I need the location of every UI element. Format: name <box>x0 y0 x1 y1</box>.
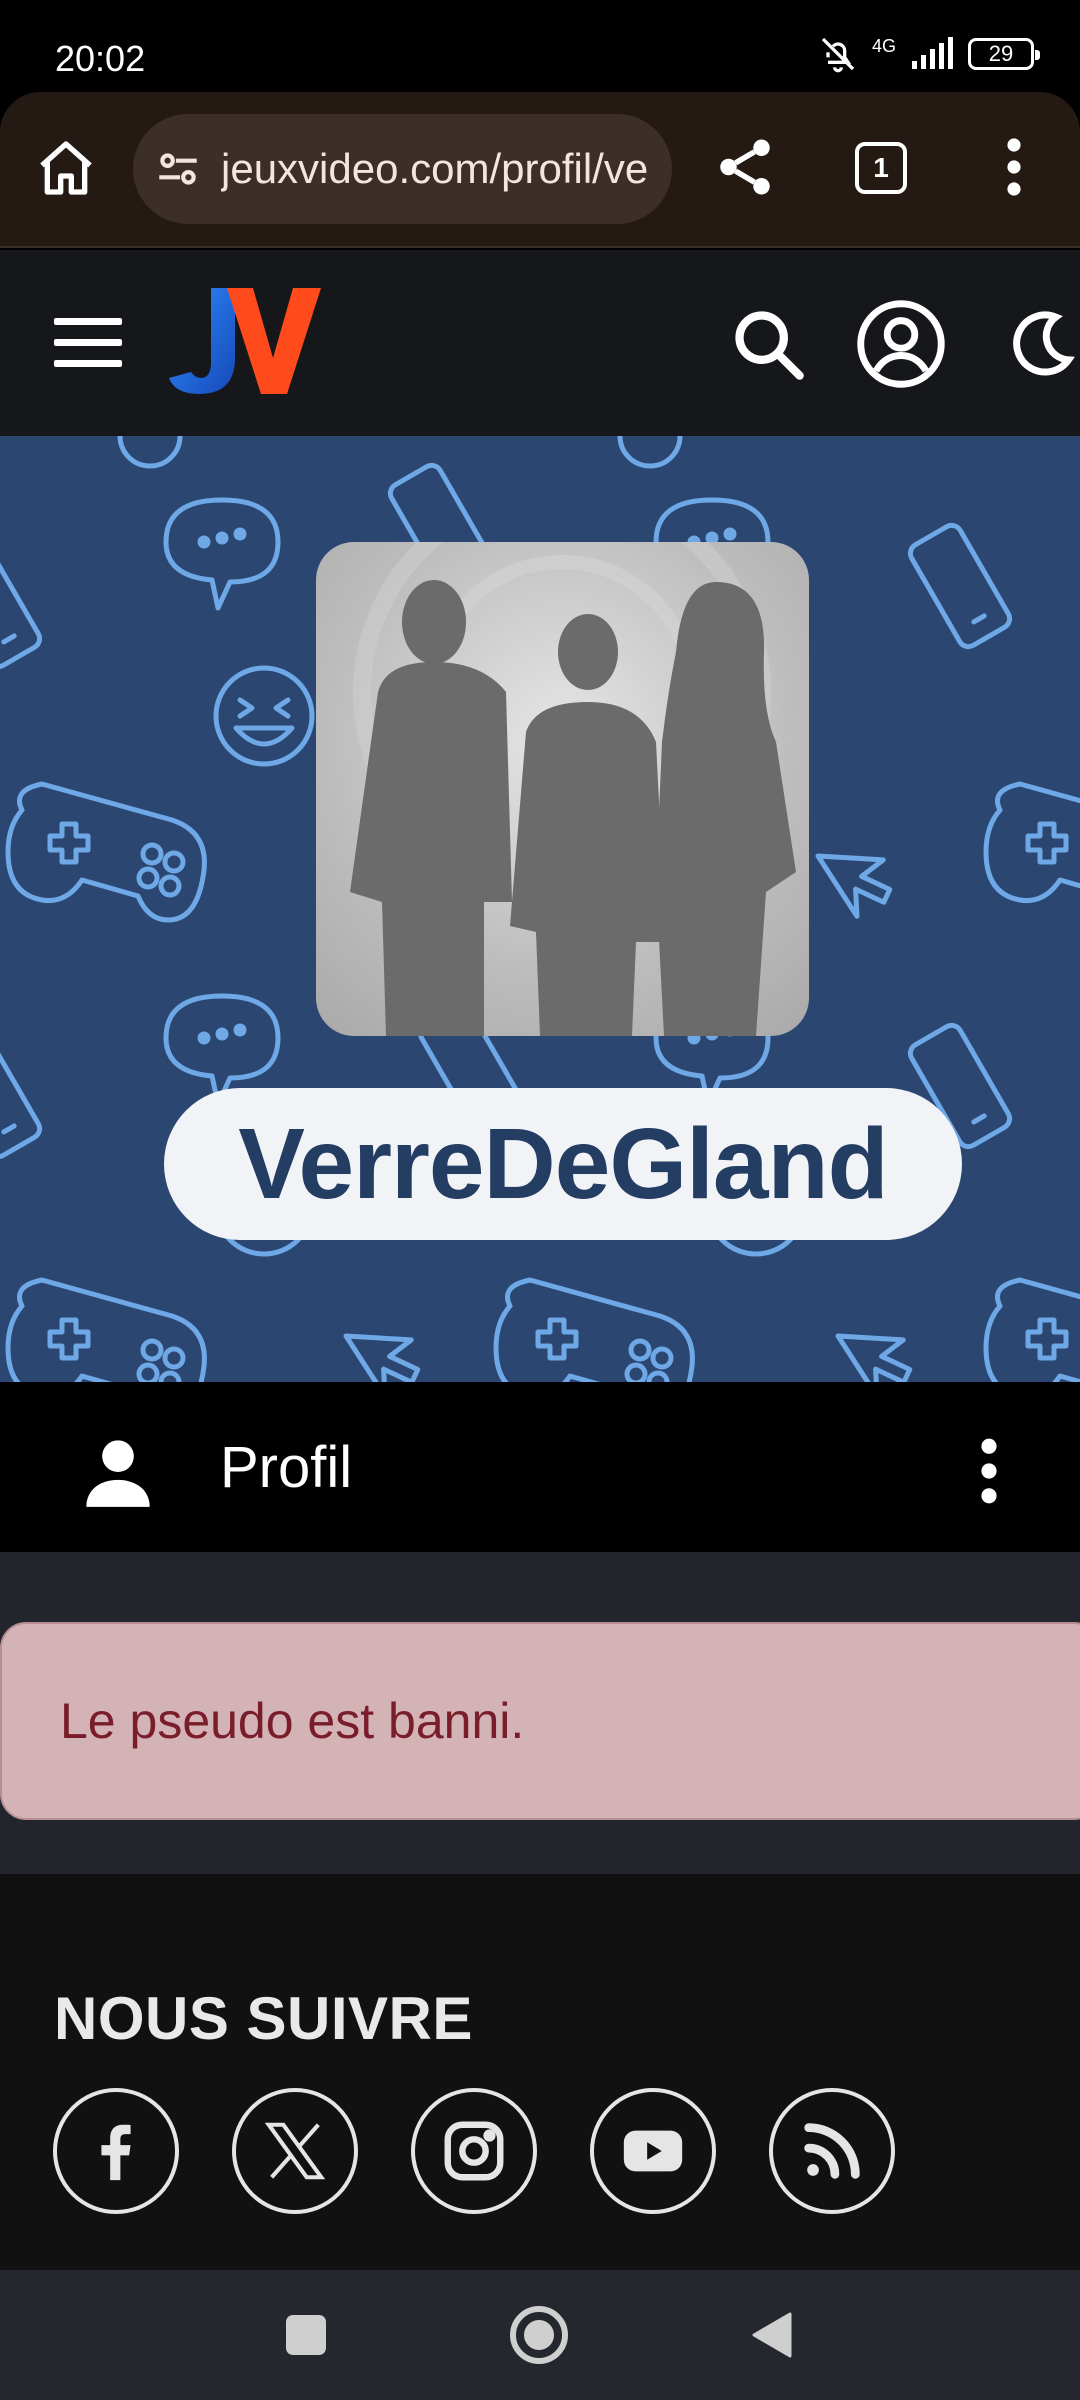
alert-message: Le pseudo est banni. <box>60 1693 525 1749</box>
ban-alert: Le pseudo est banni. <box>0 1622 1080 1820</box>
rss-link[interactable] <box>769 2088 895 2214</box>
home-button[interactable] <box>510 2306 568 2364</box>
facebook-icon <box>101 2124 131 2181</box>
youtube-icon <box>623 2130 683 2172</box>
menu-icon[interactable] <box>54 318 122 368</box>
tune-icon[interactable] <box>153 144 203 194</box>
avatar-silhouettes <box>350 542 796 1036</box>
more-vert-icon[interactable] <box>990 134 1038 200</box>
person-icon <box>86 1440 150 1507</box>
instagram-link[interactable] <box>411 2088 537 2214</box>
moon-icon[interactable] <box>1000 306 1080 382</box>
status-time: 20:02 <box>55 38 146 79</box>
share-icon[interactable] <box>712 134 778 200</box>
home-icon[interactable] <box>34 136 98 200</box>
facebook-link[interactable] <box>53 2088 179 2214</box>
youtube-link[interactable] <box>590 2088 716 2214</box>
status-bar: 20:02 4G 29 <box>0 0 1080 92</box>
status-icons: 4G 29 <box>818 34 1040 74</box>
content-area: Le pseudo est banni. <box>0 1552 1080 1874</box>
instagram-icon <box>444 2121 504 2181</box>
pseudo-name: VerreDeGland <box>238 1107 888 1220</box>
avatar <box>316 542 809 1036</box>
follow-title: NOUS SUIVRE <box>54 1985 473 2052</box>
signal-icon <box>912 37 953 69</box>
search-icon[interactable] <box>730 306 806 382</box>
system-nav-bar <box>0 2270 1080 2400</box>
footer: NOUS SUIVRE <box>0 1874 1080 2270</box>
browser-toolbar: jeuxvideo.com/profil/verredegland 1 <box>0 92 1080 248</box>
more-vert-icon[interactable] <box>970 1436 1008 1506</box>
recent-apps-button[interactable] <box>286 2315 326 2355</box>
profile-banner: VerreDeGland <box>0 436 1080 1382</box>
pseudo-badge: VerreDeGland <box>164 1088 962 1240</box>
address-bar[interactable]: jeuxvideo.com/profil/verredegland <box>133 114 672 224</box>
battery-indicator: 29 <box>968 38 1040 70</box>
tabs-button[interactable]: 1 <box>855 142 907 194</box>
account-icon[interactable] <box>855 298 947 390</box>
site-header <box>0 250 1080 436</box>
rss-icon <box>804 2123 860 2179</box>
x-link[interactable] <box>232 2088 358 2214</box>
url-text[interactable]: jeuxvideo.com/profil/verredegland <box>221 145 651 193</box>
bell-off-icon <box>821 37 855 73</box>
network-type: 4G <box>871 35 896 56</box>
back-icon[interactable] <box>752 2312 792 2358</box>
jv-logo[interactable] <box>165 286 325 398</box>
profile-tab-bar: Profil <box>0 1382 1080 1552</box>
x-icon <box>264 2122 326 2180</box>
profile-tab-label[interactable]: Profil <box>220 1434 352 1501</box>
